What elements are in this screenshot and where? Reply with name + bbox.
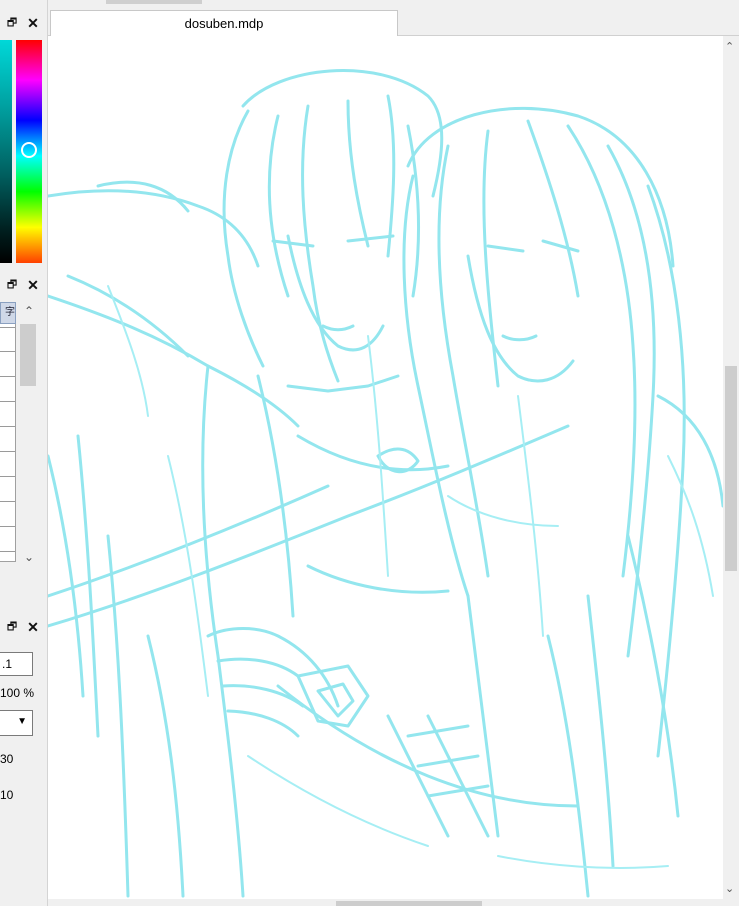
restore-icon[interactable]: 🗗 — [4, 15, 20, 31]
brush-size-field[interactable]: .1 — [0, 652, 33, 676]
layer-list-scrollbar[interactable]: ⌃ ⌄ — [17, 302, 41, 570]
list-divider — [0, 401, 15, 402]
color-panel-header: 🗗 ✕ — [0, 12, 47, 34]
color-saturation-strip[interactable] — [0, 40, 12, 263]
blend-mode-select[interactable]: ▼ — [0, 710, 33, 736]
layer-list[interactable] — [0, 302, 16, 562]
list-divider — [0, 551, 15, 552]
list-divider — [0, 451, 15, 452]
list-divider — [0, 426, 15, 427]
chevron-down-icon[interactable]: ⌄ — [21, 550, 37, 564]
list-divider — [0, 476, 15, 477]
list-divider — [0, 501, 15, 502]
brush-panel-header: 🗗 ✕ — [0, 616, 47, 638]
chevron-down-icon[interactable]: ⌄ — [725, 882, 734, 895]
chevron-up-icon[interactable]: ⌃ — [21, 304, 37, 318]
list-divider — [0, 376, 15, 377]
drawing-canvas[interactable] — [48, 36, 723, 899]
chevron-up-icon[interactable]: ⌃ — [725, 40, 734, 53]
property-value-b: 10 — [0, 788, 14, 802]
canvas-vertical-scrollbar[interactable]: ⌃ ⌄ — [723, 36, 739, 899]
list-divider — [0, 526, 15, 527]
close-icon[interactable]: ✕ — [25, 277, 41, 293]
document-tab-bar: dosuben.mdp — [48, 0, 739, 37]
list-divider — [0, 351, 15, 352]
opacity-value: 100 % — [0, 686, 35, 700]
tab-bar-stub — [106, 0, 202, 4]
close-icon[interactable]: ✕ — [25, 15, 41, 31]
restore-icon[interactable]: 🗗 — [4, 619, 20, 635]
dropdown-arrow-icon[interactable]: ▼ — [17, 716, 27, 727]
hue-slider-handle[interactable] — [21, 142, 37, 158]
tab-document[interactable]: dosuben.mdp — [50, 10, 398, 37]
canvas-horizontal-scroll-thumb[interactable] — [336, 901, 482, 906]
close-icon[interactable]: ✕ — [25, 619, 41, 635]
canvas-horizontal-scrollbar[interactable] — [48, 899, 739, 906]
canvas-vertical-scroll-thumb[interactable] — [725, 366, 737, 571]
list-divider — [0, 327, 15, 328]
sketch-artwork — [48, 69, 723, 898]
layer-panel-header: 🗗 ✕ — [0, 274, 47, 296]
property-value-a: 30 — [0, 752, 14, 766]
left-dock: 🗗 ✕ 🗗 ✕ 字 ⌃ ⌄ 🗗 ✕ .1 100 % ▼ 30 10 — [0, 0, 48, 906]
layer-list-scroll-thumb[interactable] — [20, 324, 36, 386]
restore-icon[interactable]: 🗗 — [4, 277, 20, 293]
layer-list-header[interactable]: 字 — [0, 302, 16, 324]
